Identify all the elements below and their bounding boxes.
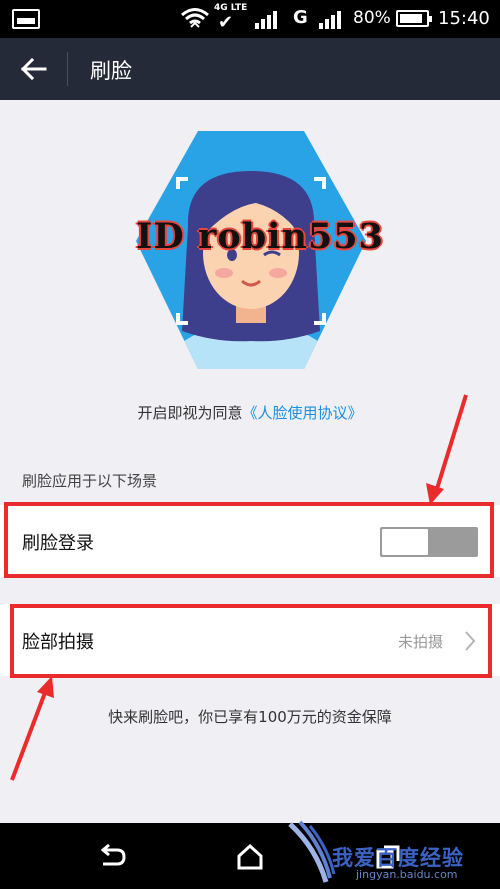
back-icon [100, 844, 126, 866]
agreement-prefix: 开启即视为同意 [137, 404, 243, 422]
section-title: 刷脸应用于以下场景 [22, 472, 158, 490]
nav-home-button[interactable] [232, 839, 268, 875]
arrow-left-icon [20, 57, 47, 81]
clock: 15:40 [438, 8, 490, 29]
watermark-text: ID robin553 [136, 216, 384, 257]
highlight-box [10, 604, 492, 678]
back-button[interactable] [16, 52, 52, 86]
footer-note: 快来刷脸吧，你已享有100万元的资金保障 [108, 708, 392, 726]
gallery-notification-icon [12, 9, 40, 29]
check-icon: ✔ [218, 12, 234, 33]
home-icon [237, 844, 263, 870]
network-g-label: G [293, 7, 308, 28]
baidu-jingyan-url: jingyan.baidu.com [356, 868, 458, 881]
app-bar: 刷脸 [0, 38, 500, 100]
agreement-text: 开启即视为同意《人脸使用协议》 [0, 402, 500, 423]
highlight-box [4, 502, 494, 578]
app-bar-divider [67, 52, 68, 86]
status-bar: 4G LTE ✔ G 80% 15:40 [0, 0, 500, 38]
nav-back-button[interactable] [94, 839, 130, 875]
battery-icon [396, 10, 432, 27]
face-agreement-link[interactable]: 《人脸使用协议》 [243, 404, 363, 422]
signal-icon [319, 11, 341, 29]
wifi-icon [181, 8, 209, 28]
arrow-up-icon [10, 676, 54, 781]
signal-icon [255, 11, 277, 29]
battery-percent: 80% [353, 8, 391, 28]
page-title: 刷脸 [90, 59, 132, 83]
